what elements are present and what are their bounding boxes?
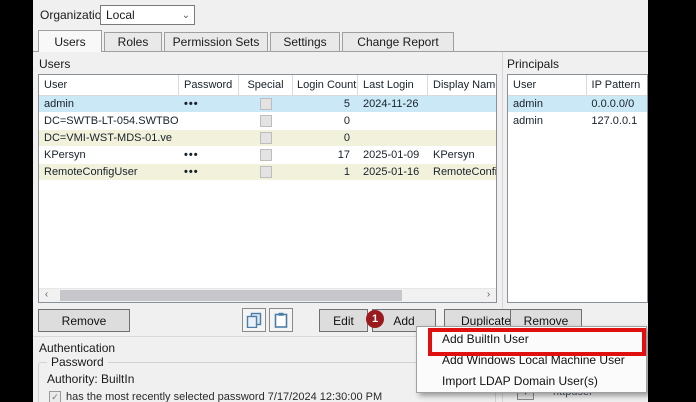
authentication-section-title: Authentication: [39, 341, 116, 355]
cell-password: •••: [184, 149, 199, 161]
table-row[interactable]: admin 127.0.0.1: [508, 113, 647, 130]
cell-user: admin: [513, 98, 543, 110]
menu-item-add-windows-local-machine-user[interactable]: Add Windows Local Machine User: [417, 350, 646, 371]
menu-item-import-ldap-domain-users[interactable]: Import LDAP Domain User(s): [417, 371, 646, 392]
cell-ip-pattern: 127.0.0.1: [591, 115, 638, 127]
table-row[interactable]: KPersyn ••• 17 2025-01-09 KPersyn: [39, 147, 496, 164]
table-row[interactable]: admin ••• 5 2024-11-26: [39, 96, 496, 113]
users-table-hscrollbar[interactable]: ‹ ›: [39, 288, 496, 302]
table-row[interactable]: RemoteConfigUser ••• 1 2025-01-16 Remote…: [39, 164, 496, 181]
cell-password: [179, 113, 239, 129]
cell-user: admin: [513, 115, 543, 127]
copy-button[interactable]: [242, 308, 266, 332]
scroll-left-icon[interactable]: ‹: [39, 289, 54, 302]
edit-user-button[interactable]: Edit: [319, 309, 368, 332]
users-group-title: Users: [39, 57, 71, 71]
password-note-text: has the most recently selected password …: [66, 391, 383, 402]
cell-special: [239, 113, 293, 129]
tab-settings[interactable]: Settings: [270, 32, 340, 51]
scroll-right-icon[interactable]: ›: [481, 289, 496, 302]
add-user-context-menu: Add BuiltIn User Add Windows Local Machi…: [416, 326, 647, 393]
table-row[interactable]: DC=SWTB-LT-054.SWTBO 0: [39, 113, 496, 130]
cell-display-name: [428, 130, 496, 146]
cell-special: [239, 96, 293, 112]
tab-strip: Users Roles Permission Sets Settings Cha…: [33, 30, 648, 52]
special-checkbox[interactable]: [260, 166, 272, 178]
special-checkbox[interactable]: [260, 115, 272, 127]
column-header-user[interactable]: User: [39, 75, 179, 95]
cell-login-count: 17: [337, 149, 350, 161]
special-checkbox[interactable]: [260, 149, 272, 161]
app-window: Organization: Local ⌄ Users Roles Permis…: [33, 0, 648, 402]
organization-select[interactable]: Local ⌄: [100, 5, 195, 25]
cell-special: [239, 130, 293, 146]
column-header-ip-pattern[interactable]: IP Pattern: [587, 75, 647, 95]
cell-ip-pattern: 0.0.0.0/0: [591, 98, 635, 110]
annotation-step-badge: 1: [366, 310, 384, 328]
cell-password: •••: [184, 98, 199, 110]
column-header-display-name[interactable]: Display Name: [428, 75, 496, 95]
column-header-special[interactable]: Special: [239, 75, 293, 95]
cell-password: [179, 130, 239, 146]
password-note-line: ✓ has the most recently selected passwor…: [49, 391, 382, 402]
column-header-login-count[interactable]: Login Count: [293, 75, 358, 95]
principals-group-title: Principals: [507, 57, 560, 71]
column-header-user[interactable]: User: [508, 75, 587, 95]
cell-last-login: 2024-11-26: [363, 98, 419, 110]
cell-last-login: [358, 130, 428, 146]
scrollbar-track[interactable]: [54, 289, 481, 302]
copy-icon: [246, 312, 262, 328]
cell-last-login: 2025-01-09: [363, 149, 420, 161]
table-row[interactable]: admin 0.0.0.0/0: [508, 96, 647, 113]
scrollbar-thumb[interactable]: [60, 290, 402, 301]
password-note-checkbox[interactable]: ✓: [49, 391, 61, 402]
cell-user: DC=VMI-WST-MDS-01.ve: [44, 132, 173, 144]
menu-item-add-builtin-user[interactable]: Add BuiltIn User: [417, 329, 646, 350]
top-toolbar: Organization: Local ⌄: [33, 0, 648, 30]
users-table-header: User Password Special Login Count Last L…: [39, 75, 496, 96]
principals-table-header: User IP Pattern: [508, 75, 647, 96]
chevron-down-icon: ⌄: [181, 9, 191, 21]
cell-last-login: 2025-01-16: [363, 166, 420, 178]
special-checkbox[interactable]: [260, 132, 272, 144]
organization-value: Local: [106, 8, 135, 22]
table-row[interactable]: DC=VMI-WST-MDS-01.ve 0: [39, 130, 496, 147]
remove-user-button[interactable]: Remove: [38, 309, 130, 332]
cell-special: [239, 147, 293, 163]
tab-change-report[interactable]: Change Report: [342, 32, 454, 51]
tab-users[interactable]: Users: [38, 30, 102, 52]
cell-login-count: 5: [343, 98, 350, 110]
cell-display-name: RemoteConfigUser: [433, 166, 496, 178]
tab-permission-sets[interactable]: Permission Sets: [164, 32, 268, 51]
cell-display-name: [428, 96, 496, 112]
users-table: User Password Special Login Count Last L…: [38, 74, 497, 303]
cell-login-count: 0: [343, 132, 350, 144]
screenshot-root: { "toolbar": { "organization_label": "Or…: [0, 0, 696, 402]
cell-login-count: 1: [343, 166, 350, 178]
authority-label: Authority: BuiltIn: [47, 372, 135, 386]
special-checkbox[interactable]: [260, 98, 272, 110]
tab-roles[interactable]: Roles: [104, 32, 162, 51]
cell-user: admin: [44, 98, 74, 110]
paste-icon: [274, 312, 288, 328]
cell-user: RemoteConfigUser: [44, 166, 138, 178]
cell-display-name: [428, 113, 496, 129]
principals-table: User IP Pattern admin 0.0.0.0/0 admin 12…: [507, 74, 648, 303]
paste-button[interactable]: [269, 308, 293, 332]
cell-display-name: KPersyn: [433, 149, 475, 161]
cell-last-login: [358, 113, 428, 129]
cell-special: [239, 164, 293, 180]
cell-login-count: 0: [343, 115, 350, 127]
column-header-last-login[interactable]: Last Login: [358, 75, 428, 95]
cell-user: DC=SWTB-LT-054.SWTBO: [44, 115, 179, 127]
cell-user: KPersyn: [44, 149, 86, 161]
column-header-password[interactable]: Password: [179, 75, 239, 95]
cell-password: •••: [184, 166, 199, 178]
password-group-title: Password: [47, 355, 108, 369]
